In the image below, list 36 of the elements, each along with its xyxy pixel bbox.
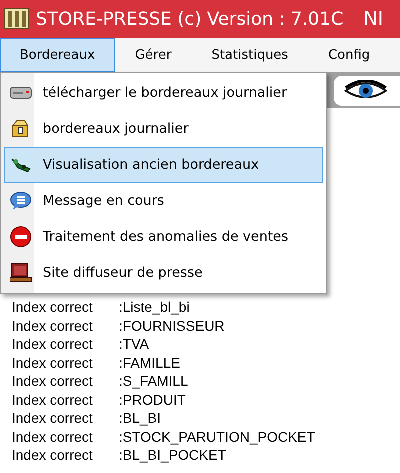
dropdown-item[interactable]: bordereaux journalier	[4, 111, 323, 147]
dropdown-item[interactable]: Site diffuseur de presse	[4, 255, 323, 291]
computer-icon	[10, 263, 32, 283]
dropdown-item[interactable]: Message en cours	[4, 183, 323, 219]
log-status: Index correct	[12, 392, 94, 408]
speech-bubble-icon	[10, 191, 32, 211]
log-table-name: :STOCK_PARUTION_POCKET	[119, 428, 316, 445]
menu-item[interactable]: Gérer	[115, 38, 192, 72]
log-status: Index correct	[12, 428, 94, 445]
log-status: Index correct	[12, 447, 94, 464]
log-table-name: :BL_BI	[119, 410, 162, 426]
log-status: Index correct	[12, 354, 94, 371]
dropdown-item[interactable]: Visualisation ancien bordereaux	[4, 147, 323, 183]
menu-item[interactable]: Config	[308, 38, 390, 72]
menu-item[interactable]: Bordereaux	[0, 38, 116, 72]
log-table-name: :FOURNISSEUR	[119, 318, 225, 334]
toolbar-button[interactable]	[334, 76, 400, 106]
log-table-name: :BL_BI_POCKET	[119, 447, 226, 464]
log-status: Index correct	[12, 410, 94, 426]
device-icon	[10, 87, 32, 99]
log-table-name: :FAMILLE	[119, 354, 180, 371]
dropdown-item[interactable]: télécharger le bordereaux journalier	[4, 75, 323, 111]
app-logo-icon	[4, 7, 30, 31]
log-status: Index correct	[12, 299, 94, 316]
log-table-name: :TVA	[119, 336, 150, 352]
log-status: Index correct	[12, 373, 94, 390]
log-table-name: :S_FAMILL	[119, 373, 188, 390]
log-table-name: :PRODUIT	[119, 392, 186, 408]
no-entry-icon	[10, 226, 32, 248]
log-status: Index correct	[12, 336, 94, 352]
menu-item[interactable]: Statistiques	[192, 38, 308, 72]
log-table-name: :Liste_bl_bi	[119, 299, 190, 316]
window-title: STORE-PRESSE (c) Version : 7.01C	[36, 8, 344, 30]
window-title: NI	[364, 8, 384, 30]
log-status: Index correct	[12, 318, 94, 334]
dropdown-item[interactable]: Traitement des anomalies de ventes	[4, 219, 323, 255]
